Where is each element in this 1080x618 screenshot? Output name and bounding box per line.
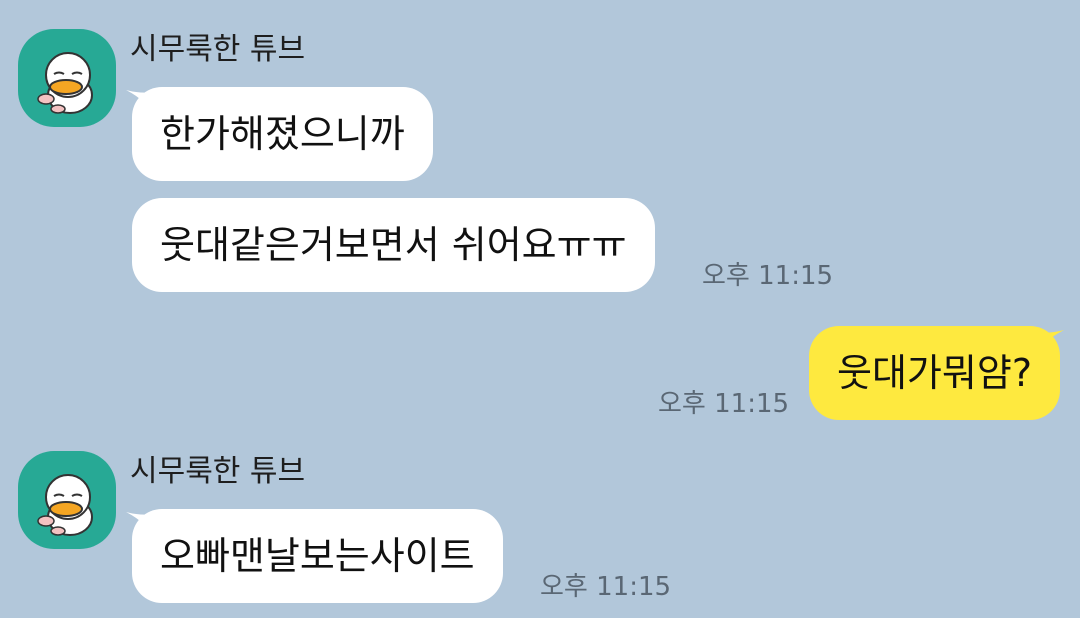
outgoing-message-bubble[interactable]: 웃대가뭐얌? bbox=[809, 326, 1060, 420]
sender-avatar[interactable] bbox=[18, 451, 116, 549]
tube-duck-avatar-icon bbox=[37, 52, 93, 114]
message-timestamp: 오후 11:15 bbox=[658, 389, 790, 419]
incoming-message-bubble[interactable]: 한가해졌으니까 bbox=[132, 87, 433, 181]
message-timestamp: 오후 11:15 bbox=[702, 261, 834, 291]
incoming-message-bubble[interactable]: 오빠맨날보는사이트 bbox=[132, 509, 503, 603]
message-timestamp: 오후 11:15 bbox=[540, 572, 672, 602]
tube-duck-avatar-icon bbox=[37, 474, 93, 536]
incoming-message-bubble[interactable]: 웃대같은거보면서 쉬어요ㅠㅠ bbox=[132, 198, 655, 292]
sender-avatar[interactable] bbox=[18, 29, 116, 127]
sender-name: 시무룩한 튜브 bbox=[130, 32, 306, 67]
sender-name: 시무룩한 튜브 bbox=[130, 454, 306, 489]
